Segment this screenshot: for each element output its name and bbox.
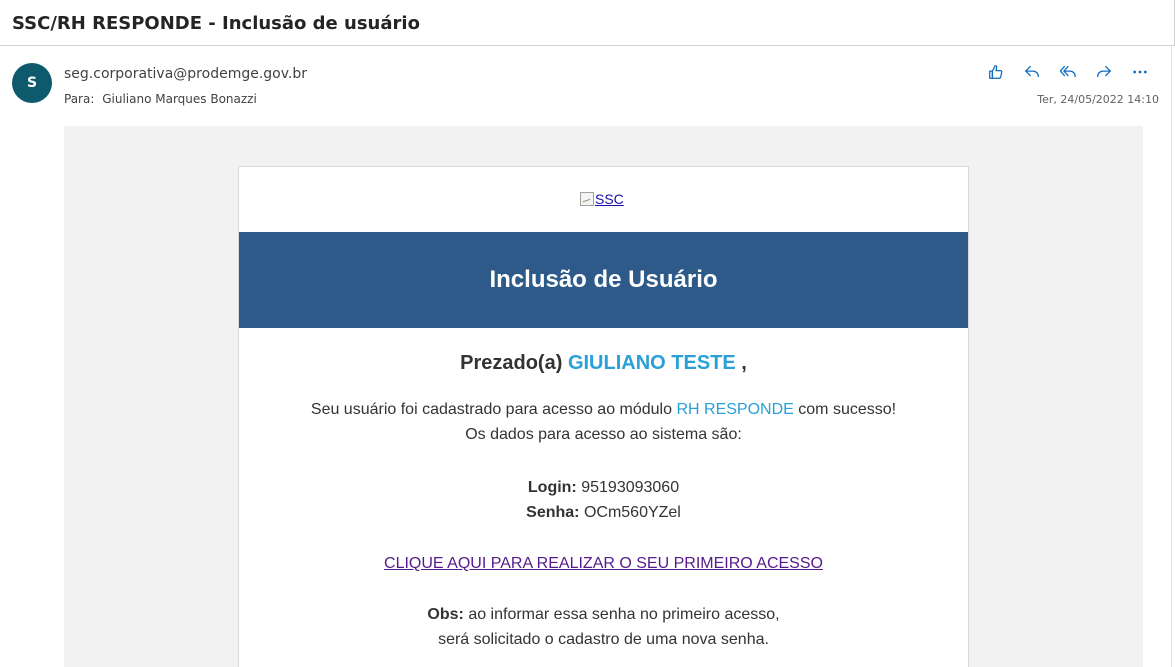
email-card: SSC Inclusão de Usuário Prezado(a) GIULI… — [238, 166, 969, 667]
subject-bar: SSC/RH RESPONDE - Inclusão de usuário — [0, 0, 1175, 46]
more-icon — [1133, 70, 1147, 74]
forward-icon — [1097, 65, 1111, 78]
greeting: Prezado(a) GIULIANO TESTE , — [239, 352, 968, 375]
password-line: Senha: OCm560YZel — [239, 503, 968, 523]
banner-title: Inclusão de Usuário — [489, 266, 718, 293]
login-line: Login: 95193093060 — [239, 478, 968, 498]
header-banner: Inclusão de Usuário — [239, 232, 968, 328]
reply-all-icon — [1059, 65, 1076, 78]
email-date: Ter, 24/05/2022 14:10 — [1037, 93, 1159, 106]
broken-image-icon — [580, 192, 594, 206]
obs-line-1: Obs: ao informar essa senha no primeiro … — [239, 605, 968, 625]
obs-line-2: será solicitado o cadastro de uma nova s… — [438, 631, 769, 648]
recipient-name[interactable]: Giuliano Marques Bonazzi — [102, 92, 257, 106]
reply-all-button[interactable] — [1056, 60, 1080, 84]
sender-address[interactable]: seg.corporativa@prodemge.gov.br — [64, 66, 307, 82]
password-label: Senha: — [526, 504, 580, 521]
registration-message: Seu usuário foi cadastrado para acesso a… — [239, 400, 968, 420]
obs-text-1: ao informar essa senha no primeiro acess… — [468, 606, 780, 623]
login-label: Login: — [527, 479, 577, 496]
access-data-intro: Os dados para acesso ao sistema são: — [465, 426, 742, 443]
ssc-logo-link[interactable]: SSC — [580, 191, 624, 207]
first-access-link[interactable]: CLIQUE AQUI PARA REALIZAR O SEU PRIMEIRO… — [384, 555, 823, 572]
ssc-logo-alt: SSC — [595, 191, 624, 207]
more-actions-button[interactable] — [1128, 60, 1152, 84]
sender-avatar[interactable]: S — [12, 63, 52, 103]
first-access-line: CLIQUE AQUI PARA REALIZAR O SEU PRIMEIRO… — [239, 554, 968, 574]
like-icon — [989, 65, 1003, 79]
module-name: RH RESPONDE — [676, 401, 794, 418]
email-subject: SSC/RH RESPONDE - Inclusão de usuário — [12, 13, 420, 34]
user-name: GIULIANO TESTE — [567, 352, 736, 374]
reading-pane-border — [1171, 46, 1172, 667]
greeting-suffix: , — [741, 352, 747, 374]
message-actions — [984, 60, 1152, 84]
like-button[interactable] — [984, 60, 1008, 84]
forward-button[interactable] — [1092, 60, 1116, 84]
greeting-prefix: Prezado(a) — [460, 352, 563, 374]
obs-label: Obs: — [427, 606, 464, 623]
login-value: 95193093060 — [581, 479, 680, 496]
message-prefix: Seu usuário foi cadastrado para acesso a… — [310, 401, 673, 418]
to-label: Para: — [64, 92, 95, 106]
recipient-line: Para: Giuliano Marques Bonazzi — [64, 92, 257, 106]
message-suffix: com sucesso! — [798, 401, 897, 418]
reply-icon — [1025, 65, 1039, 78]
password-value: OCm560YZel — [583, 504, 681, 521]
reply-button[interactable] — [1020, 60, 1044, 84]
